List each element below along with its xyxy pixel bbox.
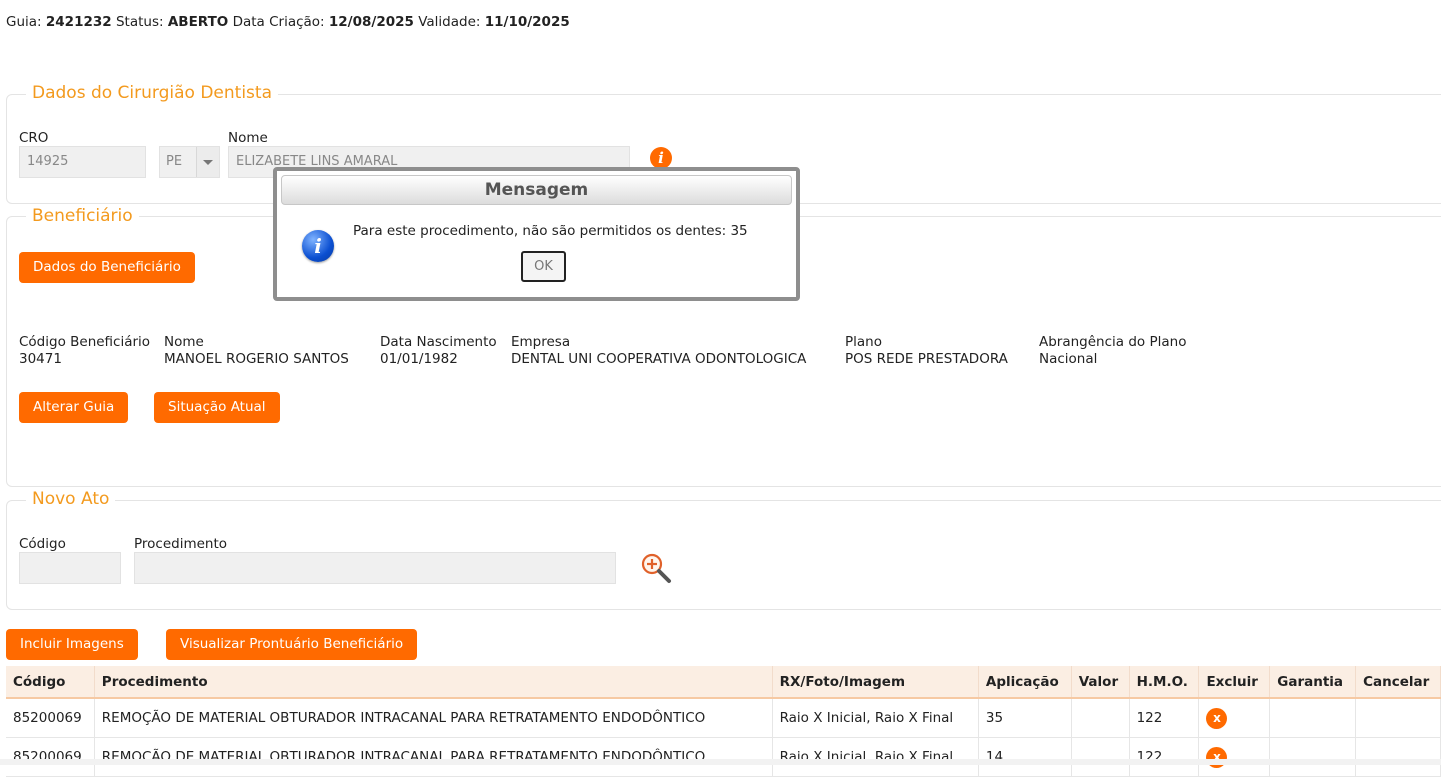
nascimento-label: Data Nascimento bbox=[380, 334, 497, 350]
cell-codigo: 85200069 bbox=[6, 737, 95, 777]
dialog-title[interactable]: Mensagem bbox=[281, 175, 792, 205]
cell-hmo: 122 bbox=[1129, 698, 1200, 738]
col-excluir: Excluir bbox=[1198, 666, 1271, 699]
guia-value: 2421232 bbox=[45, 14, 112, 30]
message-dialog: Mensagem i Para este procedimento, não s… bbox=[273, 167, 800, 301]
status-value: ABERTO bbox=[167, 14, 229, 30]
guide-header: Guia: 2421232 Status: ABERTO Data Criaçã… bbox=[6, 14, 570, 30]
col-procedimento: Procedimento bbox=[94, 666, 773, 699]
empresa-value: DENTAL UNI COOPERATIVA ODONTOLOGICA bbox=[511, 351, 807, 367]
beneficiario-nome-value: MANOEL ROGERIO SANTOS bbox=[164, 351, 349, 367]
alterar-guia-button[interactable]: Alterar Guia bbox=[19, 392, 129, 423]
cell-cancelar bbox=[1355, 737, 1441, 777]
plano-value: POS REDE PRESTADORA bbox=[845, 351, 1008, 367]
dentista-nome-label: Nome bbox=[228, 130, 268, 146]
info-icon[interactable]: i bbox=[650, 147, 672, 169]
uf-value: PE bbox=[166, 154, 183, 169]
cell-excluir: x bbox=[1198, 698, 1271, 738]
beneficiario-legend: Beneficiário bbox=[26, 206, 139, 226]
status-label: Status: bbox=[115, 14, 164, 30]
novo-procedimento-input[interactable] bbox=[134, 552, 616, 584]
abrangencia-value: Nacional bbox=[1039, 351, 1098, 367]
chevron-down-icon bbox=[203, 160, 213, 165]
cell-rx: Raio X Inicial, Raio X Final bbox=[772, 698, 979, 738]
cell-hmo: 122 bbox=[1129, 737, 1200, 777]
nascimento-value: 01/01/1982 bbox=[380, 351, 458, 367]
col-garantia: Garantia bbox=[1269, 666, 1357, 699]
cell-garantia bbox=[1269, 737, 1357, 777]
col-cancelar: Cancelar bbox=[1355, 666, 1441, 699]
novo-procedimento-label: Procedimento bbox=[134, 536, 228, 552]
cell-valor bbox=[1071, 698, 1130, 738]
info-icon: i bbox=[302, 230, 334, 262]
dados-beneficiario-button[interactable]: Dados do Beneficiário bbox=[19, 252, 195, 283]
dentista-legend: Dados do Cirurgião Dentista bbox=[26, 83, 278, 103]
col-rx: RX/Foto/Imagem bbox=[772, 666, 979, 699]
cell-rx: Raio X Inicial, Raio X Final bbox=[772, 737, 979, 777]
cell-aplicacao: 14 bbox=[978, 737, 1072, 777]
cell-procedimento: REMOÇÃO DE MATERIAL OBTURADOR INTRACANAL… bbox=[94, 698, 773, 738]
col-codigo: Código bbox=[6, 666, 95, 699]
uf-select[interactable]: PE bbox=[159, 146, 220, 178]
codigo-beneficiario-label: Código Beneficiário bbox=[19, 334, 151, 350]
situacao-atual-button[interactable]: Situação Atual bbox=[154, 392, 280, 423]
codigo-beneficiario-value: 30471 bbox=[19, 351, 62, 367]
table-row: 85200069 REMOÇÃO DE MATERIAL OBTURADOR I… bbox=[6, 737, 1441, 777]
col-hmo: H.M.O. bbox=[1129, 666, 1200, 699]
plano-label: Plano bbox=[845, 334, 882, 350]
col-valor: Valor bbox=[1071, 666, 1130, 699]
uf-dropdown-button[interactable] bbox=[196, 147, 219, 177]
novo-codigo-input[interactable] bbox=[19, 552, 121, 584]
validade-label: Validade: bbox=[418, 14, 481, 30]
validade-value: 11/10/2025 bbox=[484, 14, 570, 30]
criacao-value: 12/08/2025 bbox=[328, 14, 414, 30]
novo-codigo-label: Código bbox=[19, 536, 66, 552]
cell-cancelar bbox=[1355, 698, 1441, 738]
empresa-label: Empresa bbox=[511, 334, 571, 350]
cell-procedimento: REMOÇÃO DE MATERIAL OBTURADOR INTRACANAL… bbox=[94, 737, 773, 777]
table-header-row: Código Procedimento RX/Foto/Imagem Aplic… bbox=[6, 666, 1441, 699]
abrangencia-label: Abrangência do Plano bbox=[1039, 334, 1187, 350]
cell-valor bbox=[1071, 737, 1130, 777]
prontuario-button[interactable]: Visualizar Prontuário Beneficiário bbox=[166, 629, 418, 660]
novo-ato-legend: Novo Ato bbox=[26, 489, 116, 509]
page-bottom-bar bbox=[0, 759, 1441, 765]
cell-excluir: x bbox=[1198, 737, 1271, 777]
cell-codigo: 85200069 bbox=[6, 698, 95, 738]
close-icon[interactable]: x bbox=[1206, 707, 1228, 729]
cell-garantia bbox=[1269, 698, 1357, 738]
cro-field[interactable]: 14925 bbox=[19, 146, 146, 178]
ok-button[interactable]: OK bbox=[521, 251, 566, 282]
incluir-imagens-button[interactable]: Incluir Imagens bbox=[6, 629, 138, 660]
criacao-label: Data Criação: bbox=[232, 14, 325, 30]
cell-aplicacao: 35 bbox=[978, 698, 1072, 738]
col-aplicacao: Aplicação bbox=[978, 666, 1072, 699]
guia-label: Guia: bbox=[6, 14, 42, 30]
dialog-message: Para este procedimento, não são permitid… bbox=[353, 223, 748, 239]
beneficiario-nome-label: Nome bbox=[164, 334, 204, 350]
cro-label: CRO bbox=[19, 130, 49, 146]
table-row: 85200069 REMOÇÃO DE MATERIAL OBTURADOR I… bbox=[6, 698, 1441, 738]
magnifier-plus-icon[interactable] bbox=[640, 552, 672, 584]
